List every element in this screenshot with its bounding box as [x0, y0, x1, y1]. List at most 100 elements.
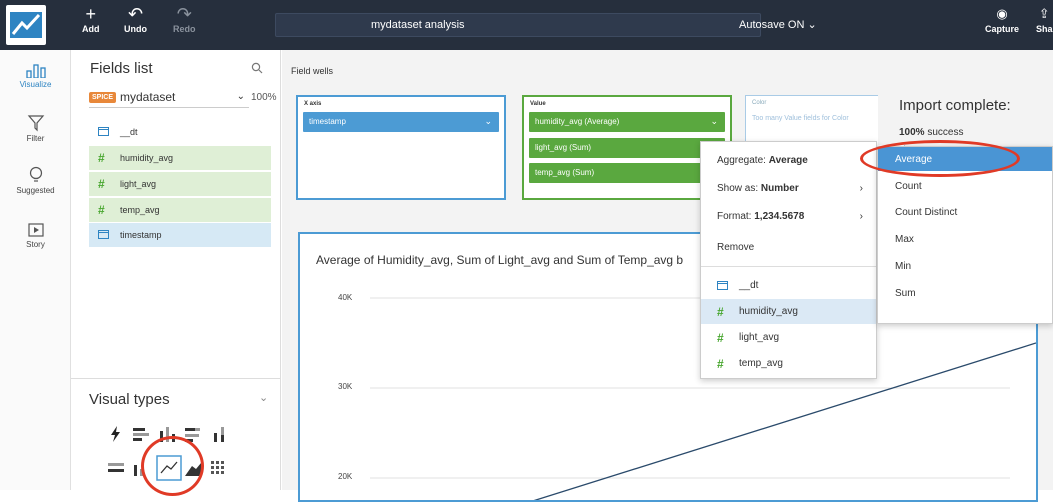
calendar-icon — [98, 125, 112, 139]
share-label: Sha — [1036, 24, 1053, 34]
hash-icon: # — [98, 203, 105, 217]
calendar-icon — [98, 228, 112, 242]
field-label: light_avg — [120, 179, 157, 189]
nav-story[interactable]: Story — [0, 222, 71, 249]
highlight-ellipse — [860, 140, 1020, 177]
horizontal-bar-icon[interactable] — [130, 423, 152, 445]
capture-button[interactable]: ◉ Capture — [985, 4, 1019, 34]
option-label: Count Distinct — [895, 206, 958, 218]
fields-list-title: Fields list — [90, 60, 153, 77]
logo-icon — [10, 12, 42, 38]
story-icon — [27, 223, 44, 237]
share-button[interactable]: ⇪ Sha — [1036, 4, 1053, 34]
field-item-temp-avg[interactable]: # temp_avg — [89, 198, 271, 222]
heat-map-icon[interactable] — [208, 457, 230, 479]
option-label: Sum — [895, 287, 916, 299]
dataset-select[interactable]: SPICE mydataset ⌄ — [89, 90, 249, 108]
nav-filter[interactable]: Filter — [0, 114, 71, 143]
redo-label: Redo — [173, 24, 196, 34]
field-item-dt[interactable]: __dt — [89, 120, 271, 144]
highlight-ellipse — [141, 436, 204, 496]
menu-field-temp-avg[interactable]: # temp_avg — [701, 351, 876, 376]
analysis-title-field[interactable]: mydataset analysis — [275, 13, 761, 37]
visual-types-title: Visual types — [89, 391, 170, 408]
aggregate-option-sum[interactable]: Sum — [878, 281, 1052, 305]
quicksight-logo[interactable] — [6, 5, 46, 45]
percent-bar-icon[interactable] — [105, 457, 127, 479]
field-label: light_avg — [739, 332, 780, 343]
value-field-pill[interactable]: temp_avg (Sum) — [529, 163, 725, 183]
toast-text: success — [927, 127, 964, 138]
chevron-down-icon: ⌄ — [710, 116, 718, 126]
chevron-down-icon: ⌄ — [236, 91, 245, 102]
autosave-toggle[interactable]: Autosave ON ⌄ — [739, 18, 817, 31]
spice-percent: 100% — [251, 92, 277, 103]
x-axis-field-pill[interactable]: timestamp ⌄ — [303, 112, 499, 132]
autosave-label: Autosave ON — [739, 19, 805, 31]
plus-icon: + — [85, 4, 96, 24]
field-context-menu: Aggregate: Average Show as: Number › For… — [700, 141, 877, 379]
aggregate-option-count-distinct[interactable]: Count Distinct — [878, 200, 1052, 224]
hash-icon: # — [717, 356, 724, 371]
redo-button[interactable]: ↷ Redo — [173, 4, 196, 34]
value-field-pill[interactable]: humidity_avg (Average) ⌄ — [529, 112, 725, 132]
import-toast: Import complete: 100% success — [878, 83, 1053, 145]
y-tick-label: 40K — [338, 293, 353, 302]
field-item-light-avg[interactable]: # light_avg — [89, 172, 271, 196]
nav-visualize[interactable]: Visualize — [0, 62, 71, 89]
menu-value: 1,234.5678 — [754, 211, 805, 222]
autograph-icon[interactable] — [105, 423, 127, 445]
nav-suggested[interactable]: Suggested — [0, 166, 71, 195]
field-item-timestamp[interactable]: timestamp — [89, 223, 271, 247]
field-label: humidity_avg — [120, 153, 174, 163]
chevron-down-icon: ⌄ — [807, 19, 817, 31]
hash-icon: # — [717, 304, 724, 319]
menu-item-format[interactable]: Format: 1,234.5678 › — [717, 211, 877, 222]
aggregate-option-count[interactable]: Count — [878, 174, 1052, 198]
search-icon[interactable] — [251, 62, 263, 74]
menu-label: Remove — [717, 242, 755, 253]
pill-label: humidity_avg (Average) — [535, 117, 620, 126]
toast-message: 100% success — [899, 127, 963, 138]
stacked-column-icon[interactable] — [208, 423, 230, 445]
color-well-placeholder: Too many Value fields for Color — [752, 115, 849, 122]
undo-icon: ↶ — [127, 4, 144, 24]
option-label: Max — [895, 233, 914, 245]
menu-item-remove[interactable]: Remove — [717, 242, 877, 253]
nav-filter-label: Filter — [26, 134, 45, 143]
menu-value: Number — [760, 183, 799, 194]
chevron-down-icon[interactable]: ⌄ — [259, 391, 268, 404]
value-field-pill[interactable]: light_avg (Sum) — [529, 138, 725, 158]
field-wells-label: Field wells — [291, 66, 334, 76]
y-tick-label: 30K — [338, 382, 353, 391]
menu-field-light-avg[interactable]: # light_avg — [701, 325, 876, 350]
x-axis-well[interactable]: X axis timestamp ⌄ — [296, 95, 506, 200]
lightbulb-icon — [29, 166, 42, 182]
aggregate-option-min[interactable]: Min — [878, 254, 1052, 278]
hash-icon: # — [98, 151, 105, 165]
dataset-name: mydataset — [120, 90, 176, 104]
pill-label: light_avg (Sum) — [535, 143, 592, 152]
field-label: __dt — [739, 280, 759, 291]
left-nav: Visualize Filter Suggested Story — [0, 50, 71, 490]
menu-field-humidity-avg[interactable]: # humidity_avg — [701, 299, 876, 324]
nav-story-label: Story — [26, 240, 45, 249]
menu-prefix: Show as: — [717, 183, 759, 194]
menu-divider — [701, 266, 876, 267]
undo-button[interactable]: ↶ Undo — [124, 4, 147, 34]
pill-label: timestamp — [309, 117, 346, 126]
pill-label: temp_avg (Sum) — [535, 168, 595, 177]
add-button[interactable]: + Add — [82, 4, 100, 34]
menu-item-show-as[interactable]: Show as: Number › — [717, 183, 877, 194]
field-label: timestamp — [120, 230, 162, 240]
bar-chart-icon — [25, 64, 46, 78]
spice-badge: SPICE — [89, 92, 117, 104]
aggregate-option-max[interactable]: Max — [878, 227, 1052, 251]
y-tick-label: 20K — [338, 472, 353, 481]
menu-item-aggregate[interactable]: Aggregate: Average — [717, 155, 877, 166]
top-toolbar: + Add ↶ Undo ↷ Redo mydataset analysis A… — [0, 0, 1053, 50]
menu-field-dt[interactable]: __dt — [701, 273, 876, 298]
option-label: Min — [895, 260, 912, 272]
nav-visualize-label: Visualize — [19, 80, 52, 89]
field-item-humidity-avg[interactable]: # humidity_avg — [89, 146, 271, 170]
